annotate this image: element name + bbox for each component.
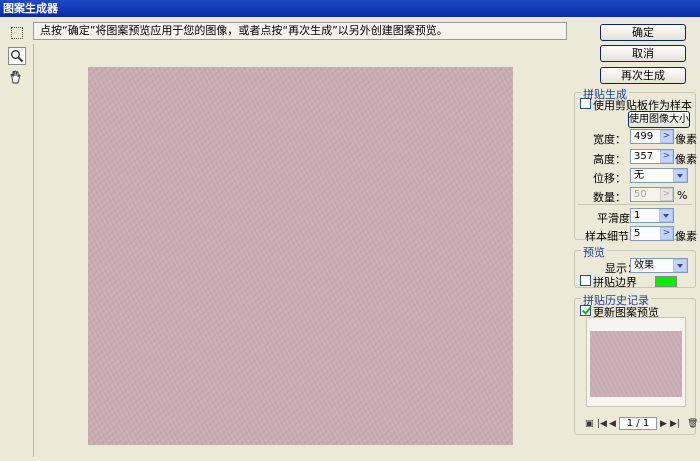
- update-preview-checkbox[interactable]: [580, 305, 591, 316]
- marquee-tool-icon[interactable]: [11, 27, 23, 39]
- width-arrow-icon[interactable]: >: [660, 130, 673, 143]
- last-page-icon[interactable]: ▶|: [670, 419, 680, 429]
- height-unit: 像素: [675, 153, 697, 166]
- boundary-color-swatch[interactable]: [655, 276, 677, 287]
- previous-page-icon[interactable]: ◀: [609, 419, 616, 429]
- save-history-icon[interactable]: ▣: [585, 419, 594, 429]
- hand-tool-icon[interactable]: [8, 69, 24, 85]
- amount-label: 数量：: [593, 191, 626, 204]
- amount-unit: %: [677, 189, 688, 202]
- first-page-icon[interactable]: |◀: [597, 419, 607, 429]
- height-arrow-icon[interactable]: >: [660, 150, 673, 163]
- width-unit: 像素: [675, 133, 697, 146]
- cancel-button[interactable]: 取消: [600, 45, 686, 62]
- height-label: 高度：: [593, 153, 626, 166]
- zoom-tool-icon[interactable]: [8, 47, 26, 65]
- offset-label: 位移：: [593, 172, 626, 185]
- tile-divider: [578, 204, 692, 205]
- delete-history-icon[interactable]: 🗑: [687, 419, 698, 429]
- history-thumbnail[interactable]: [590, 331, 682, 397]
- smoothness-dropdown-icon[interactable]: [659, 209, 673, 222]
- ok-button[interactable]: 确定: [600, 24, 686, 41]
- history-pager: 1 / 1: [619, 417, 657, 430]
- preview-title: 预览: [581, 244, 607, 260]
- use-image-size-button[interactable]: 使用图像大小: [628, 111, 690, 128]
- offset-dropdown-icon[interactable]: [673, 169, 687, 182]
- tile-boundaries-label: 拼贴边界: [593, 276, 637, 289]
- window-title: 图案生成器: [0, 0, 700, 17]
- next-page-icon[interactable]: ▶: [660, 419, 667, 429]
- tool-palette: [8, 24, 30, 89]
- width-label: 宽度：: [593, 133, 626, 146]
- pattern-preview[interactable]: [88, 67, 513, 445]
- tile-boundaries-checkbox[interactable]: [580, 275, 591, 286]
- instruction-hint: 点按“确定”将图案预览应用于您的图像，或者点按“再次生成”以另外创建图案预览。: [33, 22, 567, 40]
- use-clipboard-checkbox[interactable]: [580, 98, 591, 109]
- regenerate-button[interactable]: 再次生成: [600, 67, 686, 84]
- amount-arrow-icon: >: [660, 188, 673, 201]
- sample-detail-arrow-icon[interactable]: >: [660, 227, 673, 240]
- show-dropdown-icon[interactable]: [673, 259, 687, 272]
- sample-detail-unit: 像素: [675, 230, 697, 243]
